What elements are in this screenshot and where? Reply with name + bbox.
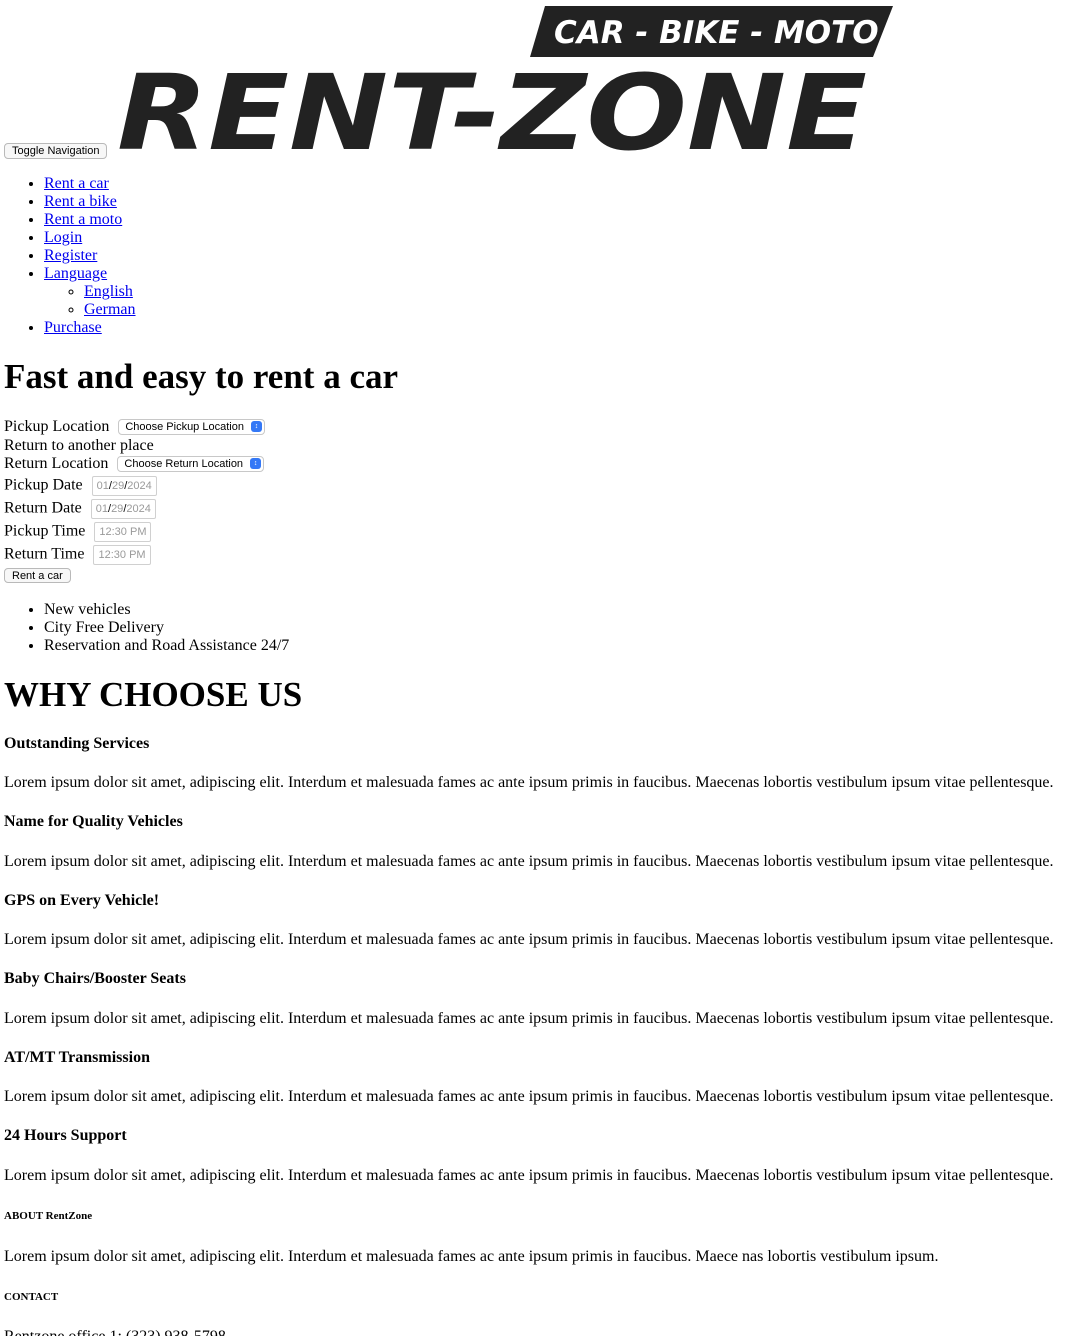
date-year: 2024 [126,503,151,515]
nav-item-rent-moto: Rent a moto [44,211,136,229]
language-submenu: English German [44,283,136,319]
service-text: Lorem ipsum dolor sit amet, adipiscing e… [4,1088,1054,1105]
feature-item: City Free Delivery [44,619,289,637]
pickup-date-label: Pickup Date [4,476,83,494]
hero-title: Fast and easy to rent a car [4,357,399,396]
nav-link-rent-bike[interactable]: Rent a bike [44,193,117,210]
feature-item: Reservation and Road Assistance 24/7 [44,637,289,655]
return-location-row: Return Location Choose Return Location ↕ [4,455,265,473]
nav-item-language: Language English German [44,265,136,319]
nav-item-login: Login [44,229,136,247]
language-item-english: English [84,283,136,301]
select-chevron-icon: ↕ [250,458,262,470]
nav-item-rent-car: Rent a car [44,175,136,193]
service-text: Lorem ipsum dolor sit amet, adipiscing e… [4,853,1054,870]
return-another-label[interactable]: Return to another place [4,437,154,454]
nav-item-purchase: Purchase [44,319,136,337]
nav-item-register: Register [44,247,136,265]
return-date-label: Return Date [4,499,82,517]
return-date-input[interactable]: 01/29/2024 [90,499,156,519]
time-hour: 12 [98,549,111,561]
nav-link-language[interactable]: Language [44,265,107,282]
pickup-location-label: Pickup Location [4,418,110,435]
return-location-label: Return Location [4,455,109,472]
about-title: ABOUT RentZone [4,1210,93,1222]
pickup-date-row: Pickup Date 01/29/2024 [4,476,157,496]
contact-title: CONTACT [4,1291,59,1303]
select-chevron-icon: ↕ [250,421,262,433]
main-navigation: Rent a car Rent a bike Rent a moto Login… [0,175,136,337]
site-logo[interactable]: CAR - BIKE - MOTO RENT-ZONE [117,6,897,158]
logo-tagline: CAR - BIKE - MOTO [554,15,879,51]
date-day: 29 [111,503,124,515]
date-month: 01 [95,503,108,515]
toggle-navigation-button[interactable]: Toggle Navigation [4,143,108,159]
time-ampm: PM [129,526,147,538]
service-title: AT/MT Transmission [4,1049,150,1066]
return-time-label: Return Time [4,545,85,563]
pickup-location-row: Pickup Location Choose Pickup Location ↕ [4,418,265,436]
service-text: Lorem ipsum dolor sit amet, adipiscing e… [4,774,1054,791]
feature-item: New vehicles [44,601,289,619]
return-time-row: Return Time 12:30 PM [4,545,151,565]
service-text: Lorem ipsum dolor sit amet, adipiscing e… [4,1167,1054,1184]
pickup-location-value: Choose Pickup Location [125,421,244,434]
time-ampm: PM [129,549,146,561]
service-title: GPS on Every Vehicle! [4,892,160,909]
return-another-row: Return to another place [4,437,154,455]
service-title: Baby Chairs/Booster Seats [4,970,186,987]
nav-link-login[interactable]: Login [44,229,82,246]
logo-graphic: CAR - BIKE - MOTO RENT-ZONE [117,6,893,158]
nav-link-purchase[interactable]: Purchase [44,319,102,336]
pickup-time-row: Pickup Time 12:30 PM [4,522,152,542]
time-minute: 30 [113,549,127,561]
nav-item-rent-bike: Rent a bike [44,193,136,211]
service-text: Lorem ipsum dolor sit amet, adipiscing e… [4,1010,1054,1027]
page: Toggle Navigation CAR - BIKE - MOTO RENT… [0,0,1083,1336]
nav-link-register[interactable]: Register [44,247,97,264]
service-title: 24 Hours Support [4,1127,127,1144]
return-location-select[interactable]: Choose Return Location ↕ [117,456,265,473]
site-header: Toggle Navigation CAR - BIKE - MOTO RENT… [0,0,1083,165]
return-time-input[interactable]: 12:30 PM [93,545,151,565]
nav-link-rent-moto[interactable]: Rent a moto [44,211,122,228]
return-date-row: Return Date 01/29/2024 [4,499,156,519]
time-minute: 30 [114,526,127,538]
date-month: 01 [96,480,109,492]
service-title: Outstanding Services [4,735,150,752]
nav-link-rent-car[interactable]: Rent a car [44,175,109,192]
pickup-time-input[interactable]: 12:30 PM [94,522,152,542]
date-year: 2024 [127,480,152,492]
language-link-english[interactable]: English [84,283,133,300]
return-location-value: Choose Return Location [124,458,244,471]
pickup-location-select[interactable]: Choose Pickup Location ↕ [118,419,265,436]
contact-office-line: Rentzone office 1: (323) 938-5798 [4,1328,226,1336]
features-list: New vehicles City Free Delivery Reservat… [0,601,289,655]
about-text: Lorem ipsum dolor sit amet, adipiscing e… [4,1248,939,1265]
time-hour: 12 [99,526,112,538]
pickup-date-input[interactable]: 01/29/2024 [91,476,157,496]
pickup-time-label: Pickup Time [4,522,86,540]
service-text: Lorem ipsum dolor sit amet, adipiscing e… [4,931,1054,948]
logo-wordmark: RENT-ZONE [117,52,867,158]
language-link-german[interactable]: German [84,301,136,318]
language-item-german: German [84,301,136,319]
date-day: 29 [111,480,125,492]
service-title: Name for Quality Vehicles [4,813,183,830]
rent-car-submit-button[interactable]: Rent a car [4,568,71,583]
why-choose-us-title: WHY CHOOSE US [4,675,303,714]
